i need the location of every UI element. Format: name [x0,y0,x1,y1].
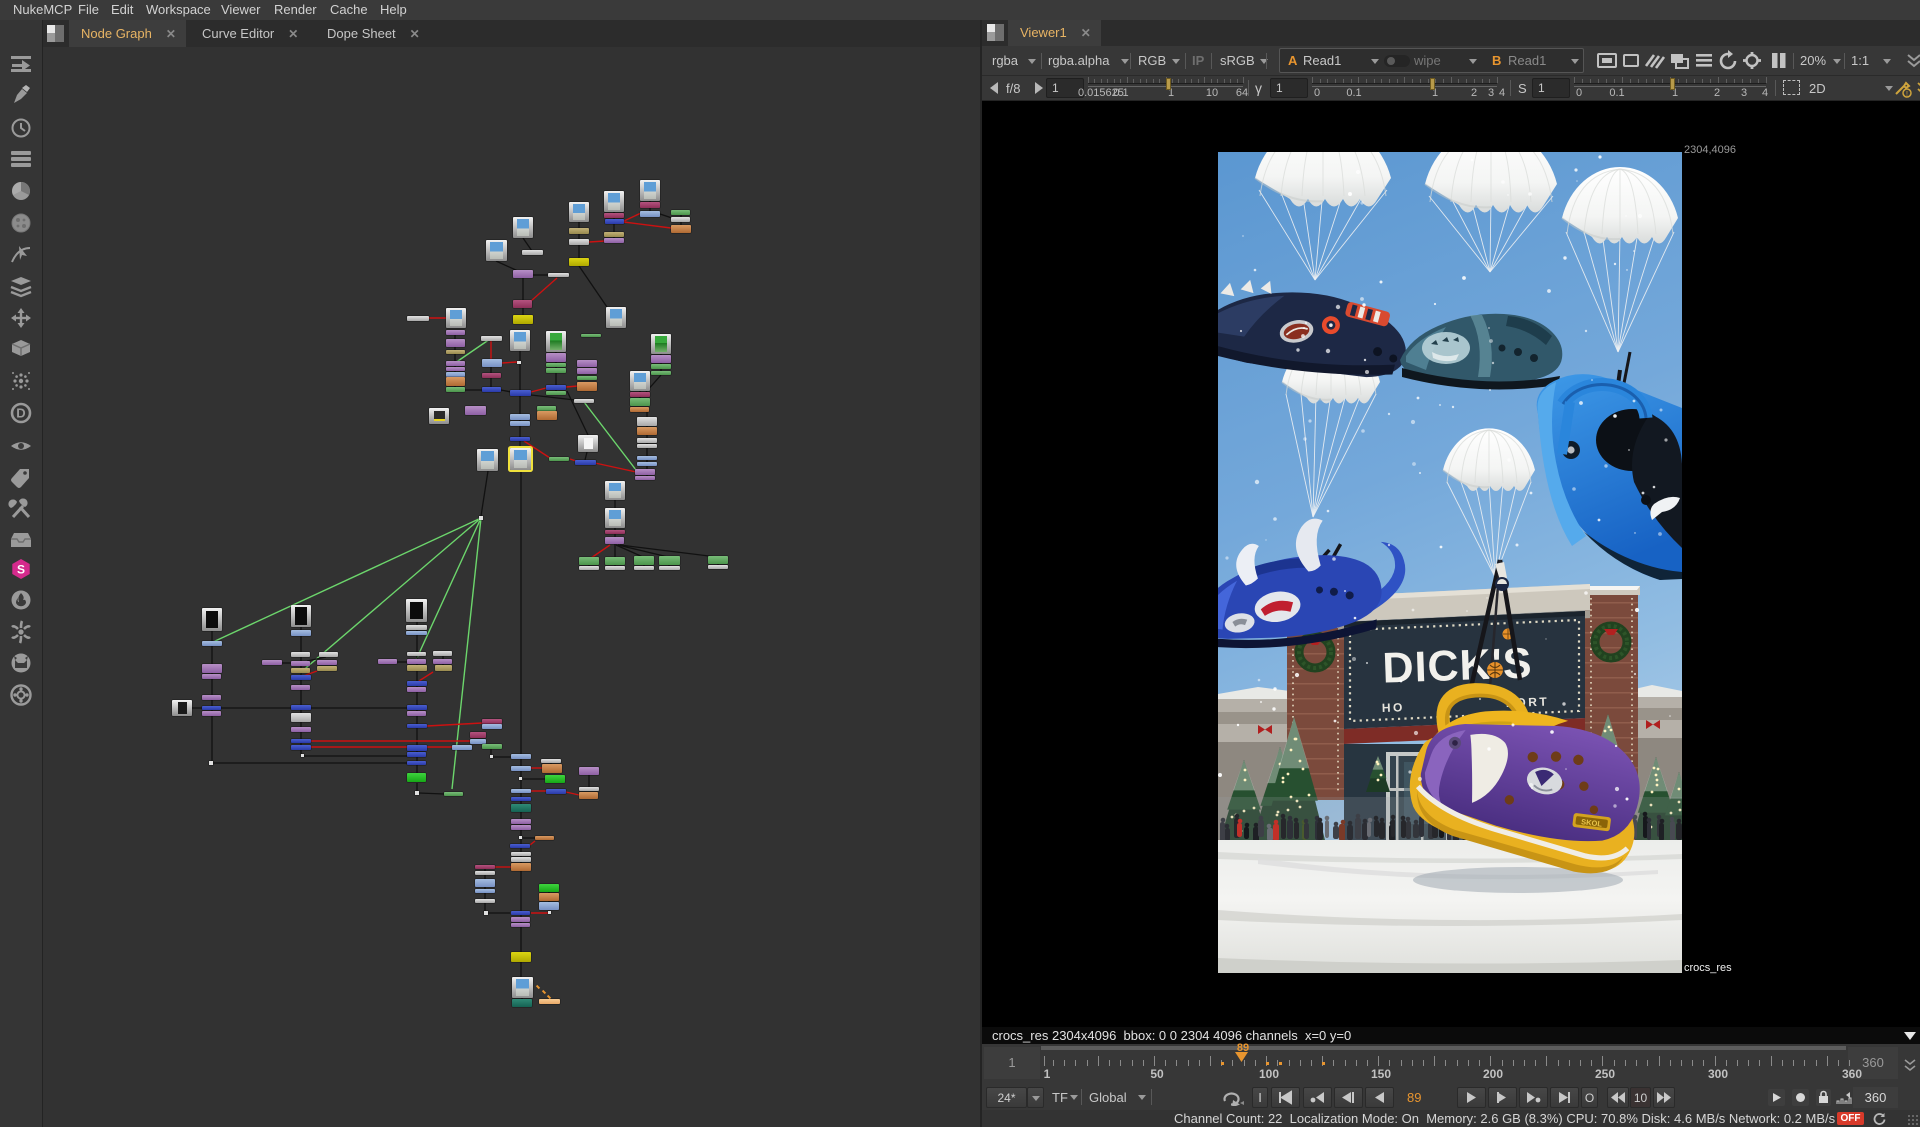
svg-text:D: D [16,406,25,421]
svg-text:DICK'S: DICK'S [1382,639,1534,692]
svg-text:!: ! [1906,91,1908,98]
svg-text:S: S [17,563,25,577]
svg-text:HO: HO [1382,700,1405,715]
